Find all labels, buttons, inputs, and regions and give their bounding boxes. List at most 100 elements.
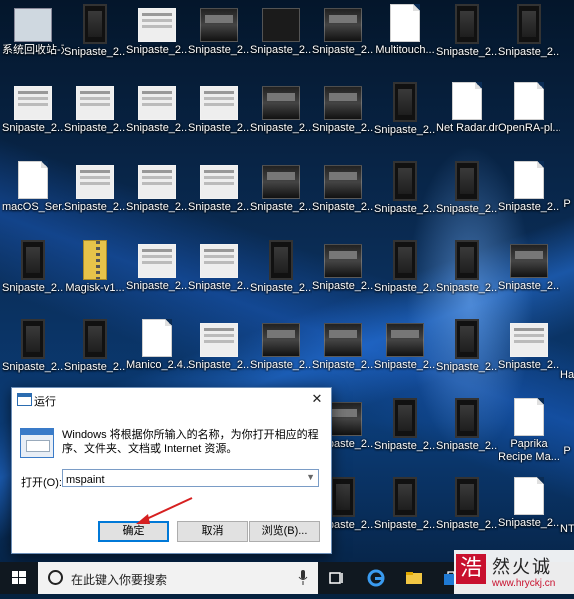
image-file-icon (83, 4, 107, 44)
desktop-icon[interactable]: Snipaste_2... (126, 80, 188, 135)
image-file-icon (83, 240, 107, 280)
desktop-icon[interactable]: Snipaste_2... (188, 317, 250, 372)
image-file-icon (393, 161, 417, 201)
microphone-icon[interactable] (298, 570, 308, 585)
desktop-icon[interactable]: Snipaste_2... (436, 317, 498, 374)
desktop-icon[interactable]: Snipaste_2... (312, 80, 374, 135)
image-file-icon (455, 398, 479, 438)
desktop-icon[interactable]: Snipaste_2... (250, 238, 312, 295)
desktop-icon-label: Paprika Recipe Ma... (498, 438, 560, 463)
desktop-icon[interactable]: Snipaste_2... (374, 396, 436, 453)
image-file-icon (331, 477, 355, 517)
desktop-icon[interactable]: 系统回收站-双击打开回收站 (2, 2, 64, 57)
desktop-icon[interactable]: Snipaste_2... (64, 80, 126, 135)
image-file-icon (393, 398, 417, 438)
file-icon (142, 319, 172, 357)
desktop-icon-label: Snipaste_2... (126, 122, 188, 134)
image-file-icon (262, 8, 300, 42)
image-file-icon (262, 86, 300, 120)
desktop-icon[interactable]: Snipaste_2... (374, 317, 436, 372)
desktop-icon[interactable]: Snipaste_2... (126, 238, 188, 293)
taskbar-search-box[interactable]: 在此键入你要搜索 (38, 562, 318, 594)
image-file-icon (510, 323, 548, 357)
image-file-icon (324, 8, 362, 42)
desktop-icon[interactable]: Snipaste_2... (126, 2, 188, 57)
desktop-icon-label-partial: NT (560, 523, 574, 535)
desktop-icon[interactable]: Snipaste_2... (2, 317, 64, 374)
file-icon (514, 477, 544, 515)
desktop-icon[interactable]: Snipaste_2... (498, 317, 560, 372)
desktop-icon[interactable]: Snipaste_2... (312, 159, 374, 214)
chevron-down-icon[interactable]: ▼ (306, 472, 315, 482)
desktop-icon-label: Snipaste_2... (250, 359, 312, 371)
image-file-icon (455, 4, 479, 44)
file-icon (514, 82, 544, 120)
desktop-icon-label: Snipaste_2... (188, 280, 250, 292)
desktop-icon[interactable]: Paprika Recipe Ma... (498, 396, 560, 464)
desktop-icon[interactable]: Snipaste_2... (436, 159, 498, 216)
task-view-icon[interactable] (327, 569, 345, 587)
desktop-icon[interactable]: Snipaste_2... (312, 317, 374, 372)
desktop-icon[interactable]: Snipaste_2... (436, 475, 498, 532)
file-explorer-icon[interactable] (405, 569, 423, 587)
desktop-icon[interactable]: macOS_Ser... (2, 159, 64, 214)
desktop-icon-label: Snipaste_2... (250, 122, 312, 134)
desktop-icon-label: Snipaste_2... (498, 280, 560, 292)
desktop-icon-label: Snipaste_2... (436, 361, 498, 373)
run-dialog-titlebar[interactable]: 运行 ✕ (12, 388, 331, 410)
image-file-icon (455, 240, 479, 280)
edge-browser-icon[interactable] (367, 569, 385, 587)
desktop-icon[interactable]: Snipaste_2... (188, 2, 250, 57)
desktop-icon[interactable]: Snipaste_2... (498, 475, 560, 530)
desktop-icon[interactable]: Snipaste_2... (64, 317, 126, 374)
desktop-icon[interactable]: Magisk-v1... (64, 238, 126, 295)
image-file-icon (138, 86, 176, 120)
desktop-icon[interactable]: Snipaste_2... (436, 396, 498, 453)
desktop-icon[interactable]: Net Radar.dmg (436, 80, 498, 135)
desktop-icon-label: Snipaste_2... (64, 122, 126, 134)
desktop-icon[interactable]: Snipaste_2... (374, 475, 436, 532)
desktop-icon[interactable]: Snipaste_2... (498, 2, 560, 59)
image-file-icon (138, 8, 176, 42)
desktop-icon[interactable]: Snipaste_2... (2, 80, 64, 135)
desktop-icon-label: Snipaste_2... (436, 46, 498, 58)
desktop-icon[interactable]: Snipaste_2... (312, 2, 374, 57)
desktop-icon[interactable]: Snipaste_2... (188, 80, 250, 135)
desktop-icon[interactable]: Snipaste_2... (374, 238, 436, 295)
desktop-icon[interactable]: Snipaste_2... (64, 159, 126, 214)
desktop-icon[interactable]: Snipaste_2... (188, 238, 250, 293)
desktop-icon[interactable]: Manico_2.4.... (126, 317, 188, 372)
watermark-name: 然火诚 (492, 557, 552, 578)
desktop-icon[interactable]: Snipaste_2... (2, 238, 64, 295)
browse-button[interactable]: 浏览(B)... (249, 521, 320, 542)
desktop-icon[interactable]: Snipaste_2... (436, 238, 498, 295)
desktop-icon[interactable]: Snipaste_2... (188, 159, 250, 214)
close-icon[interactable]: ✕ (308, 390, 326, 408)
watermark-logo: 浩 (456, 554, 486, 584)
desktop-icon[interactable]: Snipaste_2... (250, 80, 312, 135)
start-button[interactable] (0, 562, 38, 594)
desktop-icon-label: Snipaste_2... (250, 44, 312, 56)
desktop-icon-label: Snipaste_2... (188, 201, 250, 213)
desktop-icon-label: Snipaste_2... (436, 519, 498, 531)
desktop-icon[interactable]: Snipaste_2... (374, 159, 436, 216)
desktop-icon[interactable]: Snipaste_2... (126, 159, 188, 214)
desktop-icon[interactable]: Snipaste_2... (498, 159, 560, 214)
desktop-icon[interactable]: Snipaste_2... (250, 159, 312, 214)
desktop-icon[interactable]: Multitouch... (374, 2, 436, 57)
desktop-icon[interactable]: Snipaste_2... (250, 2, 312, 57)
desktop-icon-label: Snipaste_2... (64, 361, 126, 373)
desktop-icon[interactable]: OpenRA-pl... (498, 80, 560, 135)
open-input[interactable] (63, 472, 296, 488)
open-combobox[interactable]: ▼ (62, 469, 319, 488)
desktop-icon[interactable]: Snipaste_2... (436, 2, 498, 59)
desktop-icon[interactable]: Snipaste_2... (374, 80, 436, 137)
desktop-icon[interactable]: Snipaste_2... (498, 238, 560, 293)
run-dialog-title: 运行 (34, 396, 56, 408)
image-file-icon (200, 165, 238, 199)
image-file-icon (200, 8, 238, 42)
desktop-icon[interactable]: Snipaste_2... (64, 2, 126, 59)
desktop-icon[interactable]: Snipaste_2... (312, 238, 374, 293)
desktop-icon[interactable]: Snipaste_2... (250, 317, 312, 372)
desktop-icon-label: Snipaste_2... (2, 361, 64, 373)
